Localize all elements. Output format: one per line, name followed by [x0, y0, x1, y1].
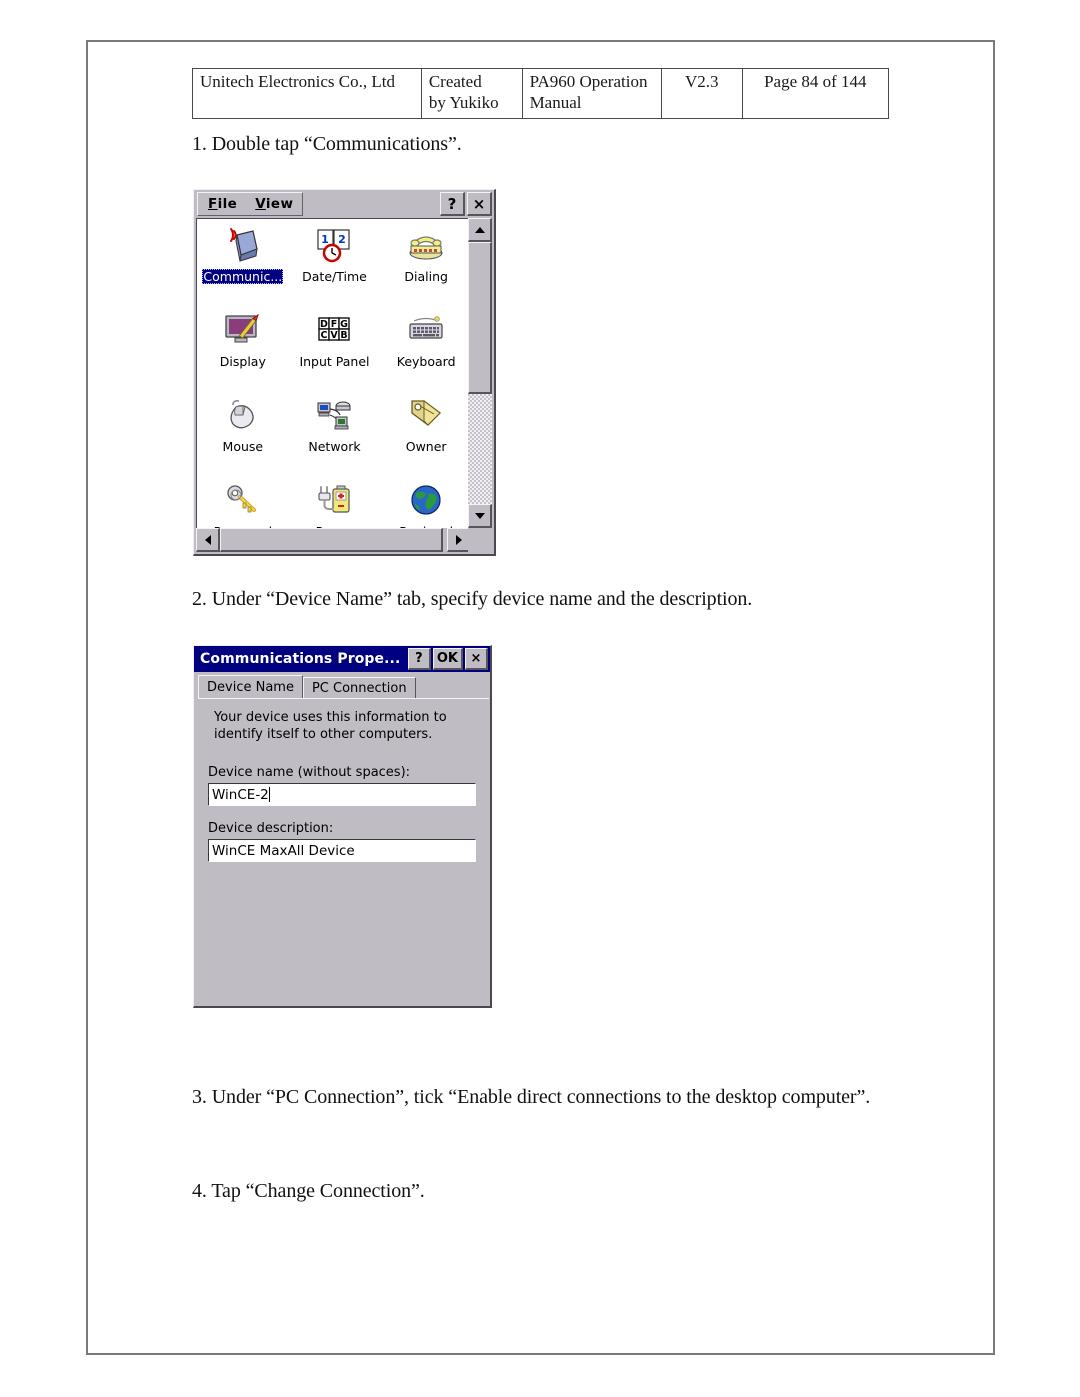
control-panel-item-mouse[interactable]: Mouse: [197, 389, 289, 474]
svg-text:F: F: [331, 319, 338, 330]
scroll-left-arrow-icon[interactable]: [196, 528, 220, 552]
control-panel-item-label: Date/Time: [302, 269, 367, 284]
horizontal-scroll-thumb[interactable]: [220, 528, 443, 552]
control-panel-item-regional[interactable]: Regional: [380, 474, 471, 528]
device-description-value: WinCE MaxAll Device: [212, 842, 355, 859]
svg-text:2: 2: [339, 233, 347, 246]
device-name-label: Device name (without spaces):: [208, 765, 411, 780]
network-icon: [313, 394, 355, 436]
communications-properties-dialog: Communications Prope... ? OK × Device Na…: [193, 645, 492, 1008]
scrollbar-corner: [468, 528, 492, 552]
control-panel-item-date-time[interactable]: 1 2 Date/Time: [289, 219, 381, 304]
dialog-tabstrip: Device Name PC Connection: [198, 675, 416, 699]
control-panel-item-input-panel[interactable]: DFG CVB Input Panel: [289, 304, 381, 389]
control-panel-item-keyboard[interactable]: Keyboard: [380, 304, 471, 389]
vertical-scrollbar[interactable]: [468, 218, 492, 528]
dialog-title: Communications Prope...: [200, 651, 401, 667]
keyboard-icon: [405, 309, 447, 351]
close-icon[interactable]: ×: [467, 192, 492, 216]
document-header-table: Unitech Electronics Co., Ltd Created by …: [192, 68, 890, 119]
header-page-number: Page 84 of 144: [741, 68, 890, 119]
step-2-text: 2. Under “Device Name” tab, specify devi…: [192, 588, 753, 610]
control-panel-item-password[interactable]: Password: [197, 474, 289, 528]
device-description-input[interactable]: WinCE MaxAll Device: [208, 839, 476, 862]
communications-icon: [222, 224, 264, 266]
control-panel-item-label: Dialing: [404, 269, 448, 284]
control-panel-icon-area: Communic... 1 2 Date/Time Dialing Displa…: [196, 218, 471, 528]
control-panel-item-display[interactable]: Display: [197, 304, 289, 389]
header-product-line2: Manual: [529, 92, 582, 112]
text-caret: [268, 787, 270, 802]
tab-pc-connection[interactable]: PC Connection: [302, 677, 416, 699]
device-description-label: Device description:: [208, 821, 334, 836]
help-button[interactable]: ?: [440, 192, 465, 216]
header-created-line1: Created: [428, 72, 482, 91]
header-version: V2.3: [660, 68, 743, 119]
menu-item-file-rest: ile: [217, 196, 238, 212]
dialing-icon: [405, 224, 447, 266]
dialog-help-text: Your device uses this information to ide…: [214, 710, 447, 742]
control-panel-item-label: Communic...: [202, 269, 284, 284]
password-icon: [222, 479, 264, 521]
control-panel-window: File View ? × Communic... 1 2 Date/Time: [193, 189, 496, 556]
step-1-text: 1. Double tap “Communications”.: [192, 133, 462, 155]
menu-group: File View: [197, 192, 303, 216]
horizontal-scrollbar[interactable]: [196, 528, 471, 552]
control-panel-item-label: Mouse: [222, 439, 264, 454]
menu-item-view[interactable]: View: [255, 196, 293, 212]
dialog-titlebar: Communications Prope... ? OK ×: [194, 646, 490, 672]
menubar-spacer: [303, 190, 440, 218]
scroll-down-arrow-icon[interactable]: [468, 504, 492, 528]
display-icon: [222, 309, 264, 351]
owner-icon: [405, 394, 447, 436]
control-panel-item-power[interactable]: Power: [289, 474, 381, 528]
device-name-value: WinCE-2: [212, 786, 269, 803]
dialog-close-icon[interactable]: ×: [465, 648, 488, 670]
header-company: Unitech Electronics Co., Ltd: [192, 68, 422, 119]
header-created-by: Created by Yukiko: [420, 68, 523, 119]
svg-text:D: D: [321, 319, 329, 330]
power-icon: [313, 479, 355, 521]
control-panel-item-owner[interactable]: Owner: [380, 389, 471, 474]
dialog-body: Your device uses this information to ide…: [198, 699, 489, 1003]
svg-text:1: 1: [322, 233, 330, 246]
svg-text:C: C: [321, 330, 328, 341]
svg-text:V: V: [331, 330, 339, 341]
dialog-help-button[interactable]: ?: [407, 648, 431, 670]
vertical-scroll-thumb[interactable]: [468, 242, 492, 394]
menu-item-file[interactable]: File: [208, 196, 237, 212]
control-panel-item-label: Display: [219, 354, 266, 369]
control-panel-menubar: File View ? ×: [194, 190, 494, 218]
control-panel-item-label: Keyboard: [396, 354, 456, 369]
control-panel-icon-grid: Communic... 1 2 Date/Time Dialing Displa…: [197, 219, 471, 528]
scroll-up-arrow-icon[interactable]: [468, 218, 492, 242]
svg-text:B: B: [341, 330, 348, 341]
mouse-icon: [222, 394, 264, 436]
date-time-icon: 1 2: [313, 224, 355, 266]
tab-device-name[interactable]: Device Name: [198, 675, 303, 699]
input-panel-icon: DFG CVB: [313, 309, 355, 351]
control-panel-item-label: Network: [308, 439, 361, 454]
regional-icon: [405, 479, 447, 521]
svg-text:G: G: [341, 319, 349, 330]
control-panel-item-dialing[interactable]: Dialing: [380, 219, 471, 304]
step-3-text: 3. Under “PC Connection”, tick “Enable d…: [192, 1086, 871, 1108]
vertical-scroll-track[interactable]: [468, 242, 492, 504]
table-row: Unitech Electronics Co., Ltd Created by …: [192, 68, 890, 119]
header-product: PA960 Operation Manual: [521, 68, 662, 119]
control-panel-item-communic[interactable]: Communic...: [197, 219, 289, 304]
control-panel-item-network[interactable]: Network: [289, 389, 381, 474]
control-panel-item-label: Input Panel: [299, 354, 370, 369]
dialog-ok-button[interactable]: OK: [432, 648, 463, 670]
control-panel-item-label: Owner: [405, 439, 447, 454]
device-name-input[interactable]: WinCE-2: [208, 783, 476, 806]
header-product-line1: PA960 Operation: [529, 72, 648, 91]
step-4-text: 4. Tap “Change Connection”.: [192, 1180, 425, 1202]
header-created-line2: by Yukiko: [428, 92, 499, 112]
menu-item-view-rest: iew: [265, 196, 294, 212]
